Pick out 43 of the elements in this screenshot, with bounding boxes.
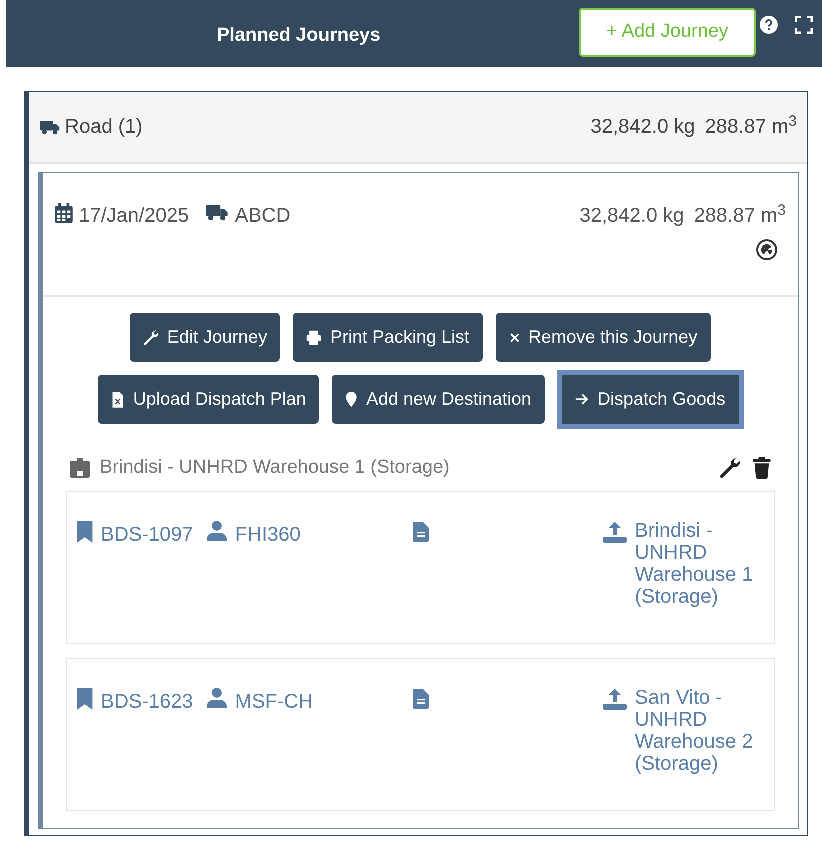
total-volume: 288.87 m$^{3}$ <box>705 112 797 140</box>
action-button[interactable]: Dispatch Goods <box>562 375 739 424</box>
action-button[interactable]: Print Packing List <box>293 313 483 362</box>
delete-destination-button[interactable] <box>753 457 771 480</box>
document-icon <box>413 688 429 708</box>
origin-warehouse: San Vito - UNHRD Warehouse 2 (Storage) <box>635 686 754 774</box>
organisation-name: FHI360 <box>235 522 301 548</box>
truck-icon <box>39 119 61 135</box>
page-title: Planned Journeys <box>217 24 381 48</box>
total-weight: 32,842.0 kg <box>590 115 696 140</box>
action-button[interactable]: Edit Journey <box>130 313 280 362</box>
organisation-name: MSF-CH <box>235 690 314 714</box>
document-icon <box>413 522 429 542</box>
close-icon <box>508 332 521 344</box>
destination-name: Brindisi - UNHRD Warehouse 1 (Storage) <box>100 456 450 480</box>
bookmark-icon <box>77 520 93 542</box>
origin-warehouse: Brindisi - UNHRD Warehouse 1 (Storage) <box>635 520 754 608</box>
fullscreen-icon <box>795 16 813 34</box>
user-icon <box>207 520 228 540</box>
journey-weight: 32,842.0 kg <box>580 204 684 229</box>
truck-icon <box>205 203 230 221</box>
consignment-reference: BDS-1623 <box>101 690 194 714</box>
wrench-icon <box>143 330 160 346</box>
journey-volume: 288.87 m$^{3}$ <box>694 201 786 229</box>
warehouse-box-icon <box>70 458 90 478</box>
map-pin-icon <box>345 392 358 408</box>
edit-destination-button[interactable] <box>719 457 741 480</box>
user-icon <box>207 688 228 708</box>
arrow-right-icon <box>574 392 590 407</box>
upload-icon <box>603 520 627 542</box>
action-button[interactable]: Add new Destination <box>332 375 545 424</box>
printer-icon <box>306 330 322 346</box>
excel-file-icon <box>111 392 126 408</box>
consignment-reference: BDS-1097 <box>101 522 194 548</box>
action-button[interactable]: Remove this Journey <box>496 313 711 362</box>
bookmark-icon <box>77 688 93 710</box>
vehicle-name: ABCD <box>235 204 291 229</box>
calendar-icon <box>55 203 73 223</box>
upload-icon <box>603 688 627 710</box>
group-label: Road (1) <box>65 115 143 140</box>
help-icon <box>760 16 778 34</box>
journey-date: 17/Jan/2025 <box>79 204 190 229</box>
action-button[interactable]: Upload Dispatch Plan <box>98 375 320 424</box>
